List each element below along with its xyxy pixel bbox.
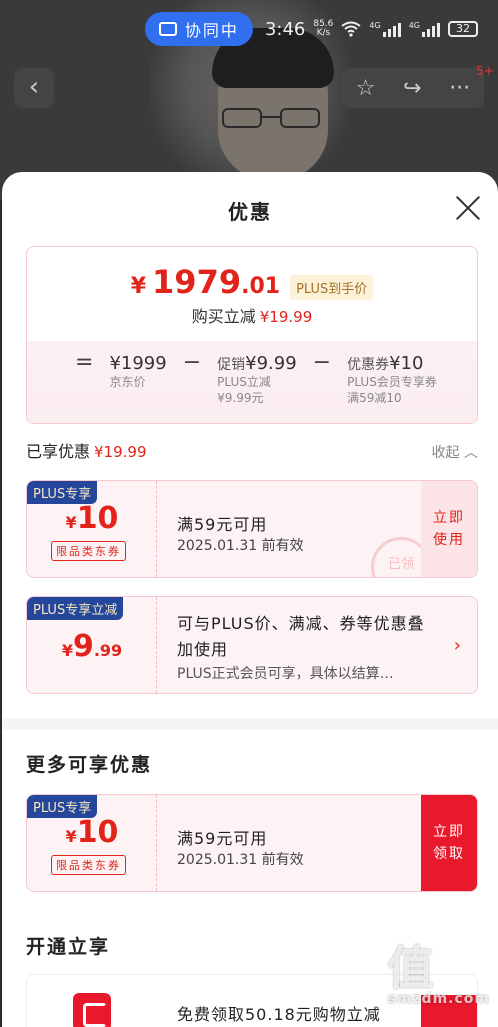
sheet-title: 优惠 — [228, 200, 272, 224]
coupon-validity: 2025.01.31 前有效 — [177, 538, 304, 554]
clock: 3:46 — [264, 18, 306, 40]
battery-icon: 32 — [448, 21, 478, 37]
promo-deduction: 促销¥9.99 PLUS立减 ¥9.99元 — [217, 353, 297, 405]
coupon-type: 限品类东券 — [51, 855, 126, 875]
use-now-button[interactable]: 立即 使用 — [421, 481, 477, 577]
chevron-up-icon: ︿ — [464, 445, 478, 461]
base-price: ¥1999 京东价 — [109, 353, 167, 389]
notification-badge: 5+ — [476, 64, 494, 78]
jd-logo-icon — [73, 993, 111, 1027]
final-price: ¥ 1979 .01 PLUS到手价 — [27, 263, 477, 301]
enjoyed-discount: 已享优惠 ¥19.99 — [26, 442, 147, 461]
status-bar: 协同中 3:46 85.6 K/s 4G 4G 32 — [144, 12, 478, 46]
coupon-note: PLUS正式会员可享，具体以结算… — [177, 666, 394, 682]
claim-now-button[interactable]: 立即 领取 — [421, 795, 477, 891]
cobrowse-icon — [158, 22, 177, 36]
coupon-deduction: 优惠券¥10 PLUS会员专享券 满59减10 — [347, 353, 437, 405]
open-membership-title: 开通立享 — [26, 936, 111, 958]
net-speed: 85.6 K/s — [313, 19, 334, 38]
star-icon[interactable]: ☆ — [356, 76, 376, 101]
coupon-description: 可与PLUS价、满减、券等优惠叠加使用 — [177, 614, 425, 659]
open-membership-text: 免费领取50.18元购物立减 — [177, 1005, 381, 1024]
coupon-condition: 满59元可用 — [177, 829, 268, 848]
watermark-site: smzdm.com — [387, 991, 490, 1007]
cobrowse-label: 协同中 — [184, 21, 239, 40]
top-actions: ☆ ↪ ··· — [342, 68, 484, 108]
coupon-amount: ¥10 — [65, 815, 119, 850]
discount-sheet: 优惠 ¥ 1979 .01 PLUS到手价 购买立减 ¥19.99 = ¥1999… — [2, 172, 498, 1027]
signal-2-icon: 4G — [409, 21, 440, 37]
back-button[interactable]: ‹ — [14, 68, 54, 108]
watermark-logo: 值 — [387, 941, 434, 995]
coupon-card: PLUS专享 ¥10 限品类东券 满59元可用 2025.01.31 前有效 已… — [26, 480, 478, 578]
plus-price-tag: PLUS到手价 — [290, 275, 374, 300]
price-card: ¥ 1979 .01 PLUS到手价 购买立减 ¥19.99 = ¥1999 京东… — [26, 246, 478, 424]
more-icon[interactable]: ··· — [449, 76, 470, 101]
section-divider — [2, 718, 498, 730]
screen: 协同中 3:46 85.6 K/s 4G 4G 32 ‹ ☆ ↪ ··· 5+ 优… — [0, 0, 498, 1027]
glasses — [222, 108, 322, 130]
close-icon[interactable] — [454, 194, 482, 222]
wifi-icon — [341, 21, 362, 37]
coupon-condition: 满59元可用 — [177, 515, 268, 534]
chevron-right-icon[interactable]: › — [454, 635, 461, 656]
plus-reduce-card[interactable]: PLUS专享立减 ¥9.99 可与PLUS价、满减、券等优惠叠加使用 PLUS正… — [26, 596, 478, 694]
share-icon[interactable]: ↪ — [403, 76, 421, 101]
coupon-amount: ¥10 — [65, 501, 119, 536]
more-discounts-title: 更多可享优惠 — [26, 754, 153, 776]
coupon-amount: ¥9.99 — [61, 629, 123, 664]
reduce-line: 购买立减 ¥19.99 — [191, 307, 313, 326]
cobrowse-badge[interactable]: 协同中 — [144, 12, 253, 46]
plus-tag: PLUS专享立减 — [27, 597, 124, 620]
coupon-card: PLUS专享 ¥10 限品类东券 满59元可用 2025.01.31 前有效 立… — [26, 794, 478, 892]
signal-1-icon: 4G — [369, 21, 401, 37]
coupon-validity: 2025.01.31 前有效 — [177, 852, 304, 868]
site-watermark: 值 smzdm.com — [387, 945, 490, 1007]
back-arrow-icon: ‹ — [28, 72, 40, 102]
coupon-type: 限品类东券 — [51, 541, 126, 561]
collapse-button[interactable]: 收起 ︿ — [432, 442, 478, 462]
price-breakdown: = ¥1999 京东价 − 促销¥9.99 PLUS立减 ¥9.99元 − 优惠… — [75, 350, 437, 406]
